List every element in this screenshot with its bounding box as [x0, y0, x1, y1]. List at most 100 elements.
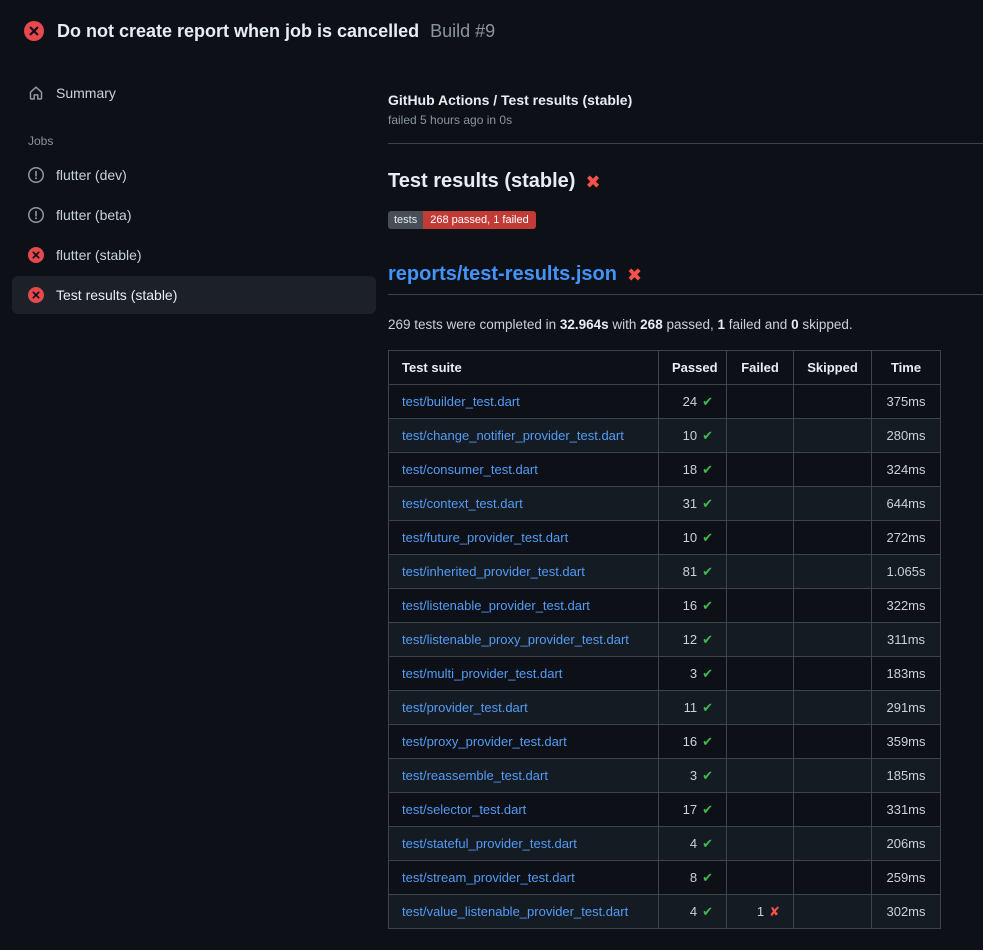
count-cell: 8✔ [659, 861, 727, 895]
section-title: Test results (stable) ✖ [388, 170, 983, 193]
count-cell: 12✔ [659, 623, 727, 657]
home-icon [28, 85, 44, 101]
test-suite-link[interactable]: test/stateful_provider_test.dart [402, 836, 577, 851]
sidebar-item-flutter-beta[interactable]: flutter (beta) [12, 196, 376, 234]
count-cell [727, 555, 794, 589]
section-title-text: Test results (stable) [388, 170, 575, 193]
check-icon: ✔ [702, 904, 713, 919]
test-suite-link[interactable]: test/selector_test.dart [402, 802, 526, 817]
count-cell: 3✔ [659, 657, 727, 691]
count-cell [794, 793, 872, 827]
count-cell [727, 623, 794, 657]
time-cell: 291ms [872, 691, 941, 725]
check-icon: ✔ [702, 734, 713, 749]
build-number: Build #9 [430, 21, 495, 41]
time-cell: 331ms [872, 793, 941, 827]
test-suite-link[interactable]: test/reassemble_test.dart [402, 768, 548, 783]
count-cell [727, 589, 794, 623]
page-title: Do not create report when job is cancell… [57, 21, 495, 42]
x-circle-icon [28, 287, 44, 303]
count-cell [727, 419, 794, 453]
sidebar-item-flutter-dev[interactable]: flutter (dev) [12, 156, 376, 194]
failed-x-icon: ✖ [627, 266, 642, 284]
test-suite-link[interactable]: test/value_listenable_provider_test.dart [402, 904, 628, 919]
count-cell: 16✔ [659, 725, 727, 759]
failed-x-icon: ✖ [585, 173, 600, 191]
report-link[interactable]: reports/test-results.json ✖ [388, 263, 983, 286]
check-icon: ✔ [702, 428, 713, 443]
test-suite-link[interactable]: test/listenable_proxy_provider_test.dart [402, 632, 629, 647]
test-suite-link[interactable]: test/inherited_provider_test.dart [402, 564, 585, 579]
sidebar-item-test-results-stable[interactable]: Test results (stable) [12, 276, 376, 314]
badge-label: tests [388, 211, 423, 229]
table-header-row: Test suite Passed Failed Skipped Time [389, 351, 941, 385]
check-icon: ✔ [702, 768, 713, 783]
header: Do not create report when job is cancell… [0, 0, 983, 56]
badge-value: 268 passed, 1 failed [423, 211, 535, 229]
count-cell [794, 487, 872, 521]
table-row: test/change_notifier_provider_test.dart1… [389, 419, 941, 453]
sidebar-item-summary[interactable]: Summary [12, 74, 376, 112]
table-row: test/stream_provider_test.dart8✔259ms [389, 861, 941, 895]
table-row: test/multi_provider_test.dart 3✔ 183ms [389, 657, 941, 691]
sidebar-item-flutter-stable[interactable]: flutter (stable) [12, 236, 376, 274]
count-cell [794, 895, 872, 929]
time-cell: 311ms [872, 623, 941, 657]
jobs-section-label: Jobs [12, 114, 376, 156]
summary-line: 269 tests were completed in 32.964s with… [388, 317, 983, 332]
divider [388, 143, 983, 144]
test-suite-link[interactable]: test/multi_provider_test.dart [402, 666, 562, 681]
test-suite-link[interactable]: test/future_provider_test.dart [402, 530, 568, 545]
count-cell [727, 759, 794, 793]
count-cell [794, 827, 872, 861]
sidebar-item-label: flutter (stable) [56, 247, 142, 263]
test-suite-link[interactable]: test/proxy_provider_test.dart [402, 734, 567, 749]
col-header-passed: Passed [659, 351, 727, 385]
count-cell [727, 793, 794, 827]
check-icon: ✔ [702, 802, 713, 817]
time-cell: 280ms [872, 419, 941, 453]
table-row: test/value_listenable_provider_test.dart… [389, 895, 941, 929]
report-link-text: reports/test-results.json [388, 263, 617, 286]
test-suite-link[interactable]: test/listenable_provider_test.dart [402, 598, 590, 613]
count-cell: 81✔ [659, 555, 727, 589]
check-icon: ✔ [702, 700, 713, 715]
main-content: GitHub Actions / Test results (stable) f… [388, 56, 983, 929]
sidebar-item-label: Test results (stable) [56, 287, 177, 303]
test-suite-link[interactable]: test/consumer_test.dart [402, 462, 538, 477]
divider [388, 294, 983, 295]
test-suite-link[interactable]: test/change_notifier_provider_test.dart [402, 428, 624, 443]
test-suite-link[interactable]: test/stream_provider_test.dart [402, 870, 575, 885]
neutral-status-icon [28, 167, 44, 183]
col-header-failed: Failed [727, 351, 794, 385]
count-cell [727, 385, 794, 419]
x-icon: ✘ [769, 904, 780, 919]
table-row: test/context_test.dart31✔644ms [389, 487, 941, 521]
check-icon: ✔ [702, 598, 713, 613]
count-cell [794, 453, 872, 487]
test-suite-link[interactable]: test/provider_test.dart [402, 700, 528, 715]
time-cell: 183ms [872, 657, 941, 691]
table-row: test/future_provider_test.dart10✔272ms [389, 521, 941, 555]
table-row: test/reassemble_test.dart3✔185ms [389, 759, 941, 793]
count-cell [727, 691, 794, 725]
test-suite-link[interactable]: test/context_test.dart [402, 496, 523, 511]
count-cell [794, 861, 872, 895]
time-cell: 1.065s [872, 555, 941, 589]
results-table-body: test/builder_test.dart24✔375mstest/chang… [389, 385, 941, 929]
test-suite-link[interactable]: test/builder_test.dart [402, 394, 520, 409]
time-cell: 375ms [872, 385, 941, 419]
table-row: test/builder_test.dart24✔375ms [389, 385, 941, 419]
table-row: test/proxy_provider_test.dart16✔359ms [389, 725, 941, 759]
run-title: Do not create report when job is cancell… [57, 21, 419, 41]
count-cell: 16✔ [659, 589, 727, 623]
time-cell: 322ms [872, 589, 941, 623]
table-row: test/selector_test.dart 17✔ 331ms [389, 793, 941, 827]
x-circle-icon [24, 21, 44, 41]
col-header-skipped: Skipped [794, 351, 872, 385]
count-cell [794, 657, 872, 691]
sidebar: Summary Jobs flutter (dev) flutter (beta… [0, 56, 388, 316]
count-cell: 4✔ [659, 827, 727, 861]
count-cell: 17✔ [659, 793, 727, 827]
count-cell [794, 555, 872, 589]
